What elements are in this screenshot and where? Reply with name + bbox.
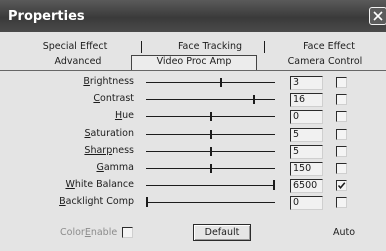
tab-advanced[interactable]: Advanced [38,55,118,69]
white-balance-label-text: hite Balance [74,179,134,190]
tab-camera-control[interactable]: Camera Control [272,55,378,69]
gamma-label-text: amma [103,162,134,173]
sharpness-label-text: ness [112,145,134,156]
default-button-label: Default [204,227,240,238]
brightness-label-text: rightness [89,76,134,87]
color-enable-checkbox[interactable] [122,227,133,238]
brightness-slider-thumb[interactable] [220,78,222,87]
color-enable-label-part: Color [60,227,85,238]
sharpness-auto-checkbox[interactable] [336,146,347,157]
white-balance-auto-checkbox[interactable] [336,180,347,191]
tab-divider [264,41,265,53]
backlight-comp-label-text: acklight Comp [65,196,134,207]
brightness-label: Brightness [40,75,134,89]
tab-video-proc-amp[interactable]: Video Proc Amp [131,55,257,69]
sharpness-value-field[interactable]: 5 [290,145,323,159]
tab-panel-border [0,70,386,71]
saturation-label: Saturation [40,127,134,141]
brightness-slider[interactable] [146,82,275,83]
backlight-comp-slider[interactable] [146,202,275,203]
tab-face-effect[interactable]: Face Effect [286,40,372,54]
tab-face-tracking[interactable]: Face Tracking [160,40,260,54]
white-balance-value-field[interactable]: 6500 [290,179,323,193]
hue-slider-thumb[interactable] [210,112,212,121]
gamma-label: Gamma [40,161,134,175]
tab-special-effect[interactable]: Special Effect [20,40,130,54]
backlight-comp-slider-thumb[interactable] [146,197,148,207]
auto-column-label: Auto [333,227,356,238]
title-bar[interactable]: Properties [0,0,386,32]
gamma-label-accelerator: G [96,162,104,173]
backlight-comp-auto-checkbox[interactable] [336,197,347,208]
hue-label-text: ue [122,110,134,121]
saturation-auto-checkbox[interactable] [336,129,347,140]
sharpness-label-accelerator: Sharp [84,145,113,156]
contrast-value-field[interactable]: 16 [290,93,323,107]
default-button[interactable]: Default [193,224,251,241]
contrast-slider[interactable] [146,99,275,100]
saturation-label-text: aturation [90,128,135,139]
saturation-value-field[interactable]: 5 [290,128,323,142]
sharpness-label: Sharpness [40,144,134,158]
close-button[interactable] [369,7,386,25]
brightness-value-field[interactable]: 3 [290,76,323,90]
hue-label: Hue [40,109,134,123]
white-balance-label: White Balance [40,178,134,192]
sharpness-slider-thumb[interactable] [210,147,212,156]
white-balance-label-accelerator: W [65,179,75,190]
close-icon [373,11,383,21]
contrast-auto-checkbox[interactable] [336,94,347,105]
contrast-label: Contrast [40,92,134,106]
gamma-value-field[interactable]: 150 [290,162,323,176]
hue-auto-checkbox[interactable] [336,111,347,122]
gamma-slider-thumb[interactable] [210,164,212,173]
tab-divider [141,41,142,53]
checkmark-icon [337,182,346,189]
backlight-comp-label: Backlight Comp [40,195,134,209]
window-title: Properties [8,9,85,24]
color-enable-label-part: nable [90,227,118,238]
brightness-auto-checkbox[interactable] [336,77,347,88]
saturation-slider-thumb[interactable] [210,130,212,139]
contrast-slider-thumb[interactable] [253,95,255,104]
contrast-label-text: ontrast [100,93,134,104]
white-balance-slider-thumb[interactable] [273,180,275,190]
properties-window: Properties Special Effect Face Tracking … [0,0,386,251]
hue-value-field[interactable]: 0 [290,110,323,124]
color-enable-label: ColorEnable [60,226,120,240]
white-balance-slider[interactable] [146,185,275,186]
backlight-comp-value-field[interactable]: 0 [290,196,323,210]
gamma-auto-checkbox[interactable] [336,163,347,174]
